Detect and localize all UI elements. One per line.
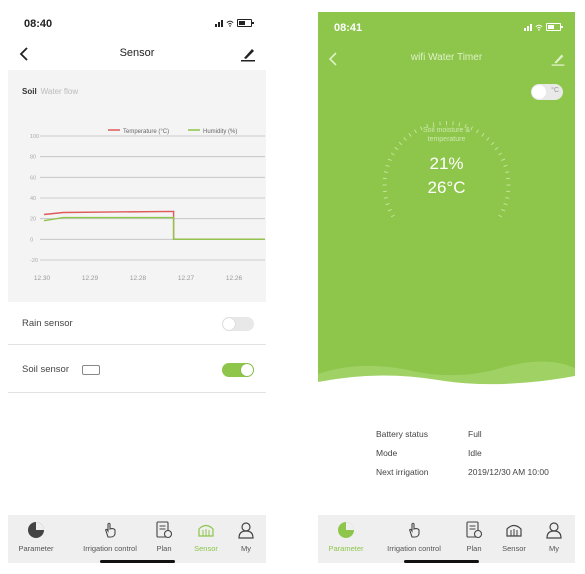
toggle-knob	[223, 318, 235, 330]
user-icon	[546, 522, 562, 539]
wave-decoration	[318, 361, 575, 392]
soil-sensor-row: Soil sensor	[8, 352, 266, 390]
tab-label: My	[549, 544, 559, 553]
rain-sensor-label: Rain sensor	[22, 318, 73, 329]
hand-pointer-icon	[409, 522, 420, 538]
battery-icon	[237, 19, 254, 27]
divider	[8, 344, 266, 345]
bottom-tab-bar: Parameter Irrigation control Plan Sensor…	[8, 515, 266, 563]
sensor-icon	[198, 524, 214, 537]
pie-chart-icon	[338, 522, 354, 538]
temperature-unit-toggle[interactable]: °C	[531, 84, 563, 100]
y-tick-label: 100	[30, 134, 39, 140]
tab-irrigation-control[interactable]: Irrigation control	[382, 521, 446, 553]
x-tick-label: 12.29	[82, 275, 99, 282]
status-bar: 08:41	[318, 0, 575, 40]
home-indicator	[100, 560, 175, 563]
user-icon	[238, 522, 254, 539]
gauge-tick	[494, 146, 499, 151]
gauge-tick	[501, 208, 506, 212]
battery-status-value: Full	[468, 429, 482, 439]
mode-label: Mode	[376, 448, 398, 458]
system-icons	[524, 23, 563, 31]
nav-bar: Sensor	[8, 44, 266, 66]
toggle-knob	[532, 85, 546, 99]
soil-sensor-toggle[interactable]	[222, 363, 254, 377]
divider	[8, 392, 266, 393]
next-irrigation-label: Next irrigation	[376, 467, 429, 477]
hand-pointer-icon	[105, 522, 116, 538]
y-tick-label: 60	[30, 175, 36, 181]
page-title: Sensor	[119, 47, 155, 59]
tab-my[interactable]: My	[220, 521, 266, 553]
plan-document-icon	[466, 521, 483, 539]
gauge-tick	[390, 214, 395, 218]
rain-sensor-toggle[interactable]	[222, 317, 254, 331]
tab-label: My	[241, 544, 251, 553]
page-title: wifi Water Timer	[410, 52, 483, 63]
rain-sensor-row: Rain sensor	[8, 306, 266, 344]
toggle-knob	[241, 364, 253, 376]
unit-label: °C	[551, 87, 559, 94]
tab-label: Irrigation control	[83, 544, 137, 553]
legend-label: Temperature (°C)	[123, 129, 169, 135]
battery-icon	[546, 23, 563, 31]
water-timer-screen: 08:41 wifi Water Timer °C Soil moisture …	[318, 0, 575, 574]
y-tick-label: 80	[30, 155, 36, 161]
sensor-icon	[506, 524, 522, 537]
gauge-tick	[385, 203, 390, 206]
tab-parameter[interactable]: Parameter	[10, 521, 62, 553]
x-tick-label: 12.26	[226, 275, 243, 282]
soil-moisture-value: 21%	[429, 154, 464, 173]
status-time: 08:40	[24, 18, 53, 30]
soil-sensor-device-icon	[82, 365, 100, 375]
y-tick-label: 0	[30, 237, 33, 243]
tab-label: Irrigation control	[387, 544, 441, 553]
tab-label: Parameter	[18, 544, 54, 553]
humidity-series-line	[43, 216, 265, 241]
battery-status-label: Battery status	[376, 429, 428, 439]
legend-label: Humidity (%)	[203, 129, 237, 135]
signal-icon	[524, 23, 532, 31]
x-tick-label: 12.27	[178, 275, 195, 282]
gauge-title: Soil moisture & temperature	[318, 126, 575, 144]
soil-temperature-value: 26°C	[427, 178, 466, 197]
gauge-title-line1: Soil moisture &	[422, 127, 471, 134]
tab-label: Parameter	[328, 544, 364, 553]
pie-chart-icon	[28, 522, 44, 538]
wifi-icon	[535, 24, 543, 31]
gauge-tick	[387, 208, 392, 212]
tab-irrigation-control[interactable]: Irrigation control	[78, 521, 142, 553]
mode-value: Idle	[468, 448, 482, 458]
system-icons	[215, 19, 254, 27]
temperature-series-line	[43, 210, 265, 241]
plan-document-icon	[156, 521, 173, 539]
status-bar: 08:40	[8, 0, 266, 40]
gauge-tick	[394, 146, 399, 151]
sensor-screen: 08:40 Sensor Soil Water flow Temperature …	[8, 0, 266, 574]
home-indicator	[404, 560, 479, 563]
edit-icon[interactable]	[238, 44, 258, 64]
wifi-icon	[226, 20, 234, 27]
tab-parameter[interactable]: Parameter	[320, 521, 372, 553]
signal-icon	[215, 19, 223, 27]
gauge-title-line2: temperature	[427, 136, 466, 143]
y-tick-label: 40	[30, 196, 36, 202]
tab-my[interactable]: My	[528, 521, 575, 553]
bottom-tab-bar: Parameter Irrigation control Plan Sensor…	[318, 515, 575, 563]
gauge-tick	[503, 203, 508, 206]
edit-icon[interactable]	[549, 50, 567, 68]
nav-bar: wifi Water Timer	[318, 48, 575, 70]
x-tick-label: 12.30	[34, 275, 51, 282]
soil-sensor-label: Soil sensor	[22, 364, 69, 375]
y-tick-label: -20	[30, 258, 38, 264]
x-tick-label: 12.28	[130, 275, 147, 282]
sensor-chart-card: Soil Water flow Temperature (°C) Humidity …	[8, 70, 266, 302]
gauge-tick	[498, 214, 503, 218]
next-irrigation-value: 2019/12/30 AM 10:00	[468, 467, 549, 477]
y-tick-label: 20	[30, 217, 36, 223]
status-time: 08:41	[334, 22, 363, 34]
sensor-line-chart: Temperature (°C) Humidity (%) 100 80 60 40 20 0…	[30, 129, 265, 282]
